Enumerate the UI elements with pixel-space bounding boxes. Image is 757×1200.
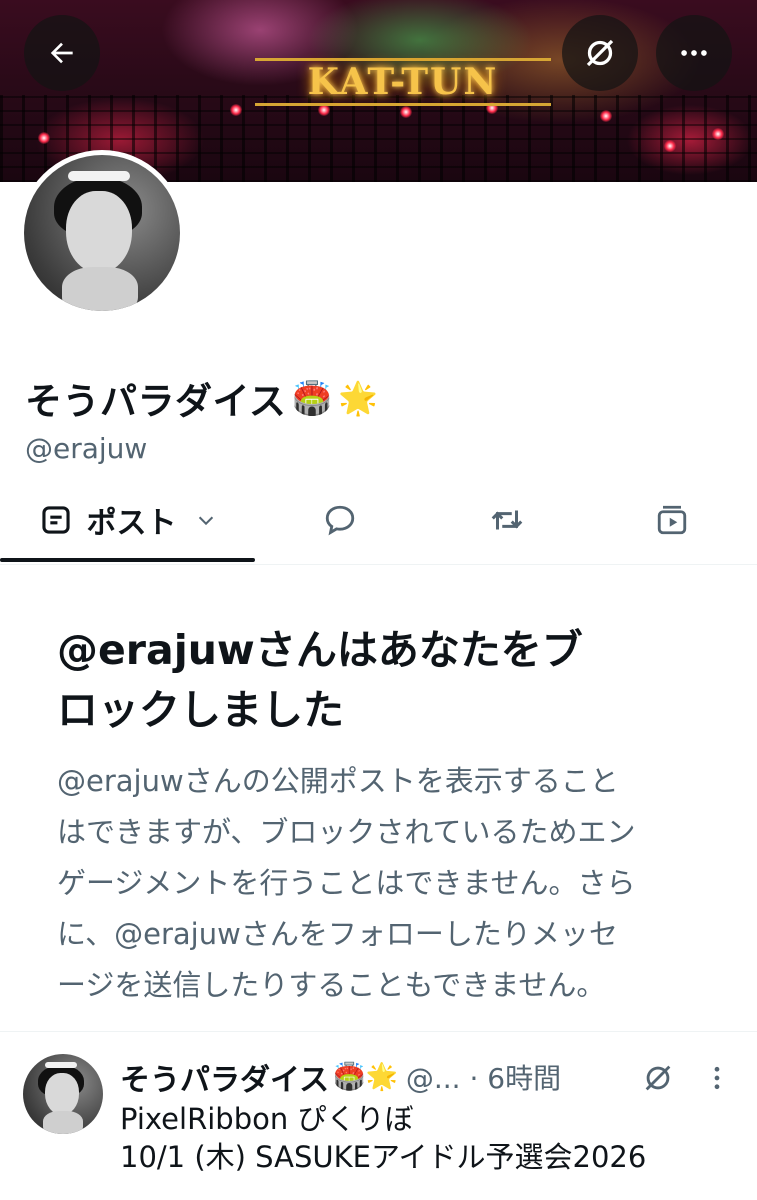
media-play-icon xyxy=(657,505,687,535)
repost-icon xyxy=(491,510,523,530)
post-grok-button[interactable] xyxy=(638,1060,678,1096)
star-emoji: 🌟 xyxy=(338,379,379,417)
avatar-photo xyxy=(24,155,180,311)
reply-bubble-icon xyxy=(325,505,355,536)
section-divider xyxy=(0,1031,757,1032)
blocked-title-line: ロックしました xyxy=(57,686,344,734)
arrow-left-icon xyxy=(50,42,73,64)
profile-handle: @erajuw xyxy=(25,432,148,465)
tab-posts[interactable]: ポスト xyxy=(0,480,255,560)
profile-avatar[interactable] xyxy=(19,150,185,316)
display-name: そうパラダイス xyxy=(25,380,287,423)
profile-tabs: ポスト xyxy=(0,480,757,565)
post-more-button[interactable] xyxy=(700,1060,734,1096)
tab-replies[interactable] xyxy=(285,480,395,560)
back-button[interactable] xyxy=(24,15,100,91)
blocked-title-line: @erajuwさんはあなたをブ xyxy=(57,626,583,674)
blocked-description-line: ージを送信したりすることもできません。 xyxy=(57,968,606,1002)
blocked-title: @erajuwさんはあなたをブ ロックしました xyxy=(57,620,707,740)
tab-posts-label: ポスト xyxy=(86,506,177,541)
post-text-line: 10/1 (木) SASUKEアイドル予選会2026 xyxy=(120,1140,647,1174)
post-text-line: PixelRibbon ぴくりぼ xyxy=(120,1102,414,1136)
stadium-emoji: 🏟️ xyxy=(292,379,333,417)
grok-slash-icon xyxy=(586,39,614,67)
grok-slash-icon xyxy=(645,1065,671,1091)
post-header: そうパラダイス 🏟️🌟 @... · 6時間 xyxy=(120,1055,561,1099)
tab-media[interactable] xyxy=(617,480,727,560)
post-author-name[interactable]: そうパラダイス xyxy=(120,1055,329,1099)
blocked-description-line: に、@erajuwさんをフォローしたりメッセ xyxy=(57,917,618,951)
post-avatar-photo xyxy=(23,1054,103,1134)
profile-name-row: そうパラダイス 🏟️ 🌟 xyxy=(25,370,378,426)
post-handle-time[interactable]: @... · 6時間 xyxy=(406,1057,561,1097)
blocked-description-line: はできますが、ブロックされているためエン xyxy=(57,815,636,849)
active-tab-indicator xyxy=(0,558,255,562)
blocked-description-line: @erajuwさんの公開ポストを表示すること xyxy=(57,764,619,798)
post-author-avatar[interactable] xyxy=(23,1054,103,1134)
post-text: PixelRibbon ぴくりぼ 10/1 (木) SASUKEアイドル予選会2… xyxy=(120,1100,740,1176)
chevron-down-icon[interactable] xyxy=(195,509,217,531)
grok-button[interactable] xyxy=(562,15,638,91)
vertical-ellipsis-icon xyxy=(714,1066,720,1090)
ellipsis-icon xyxy=(681,50,707,56)
more-options-button[interactable] xyxy=(656,15,732,91)
banner-sign: KAT-TUN xyxy=(255,58,551,106)
blocked-description-line: ゲージメントを行うことはできません。さら xyxy=(57,866,636,900)
post-author-emojis: 🏟️🌟 xyxy=(333,1062,398,1092)
post-list-icon xyxy=(41,506,70,534)
blocked-description: @erajuwさんの公開ポストを表示すること はできますが、ブロックされているた… xyxy=(57,756,707,1011)
tab-reposts[interactable] xyxy=(452,480,562,560)
